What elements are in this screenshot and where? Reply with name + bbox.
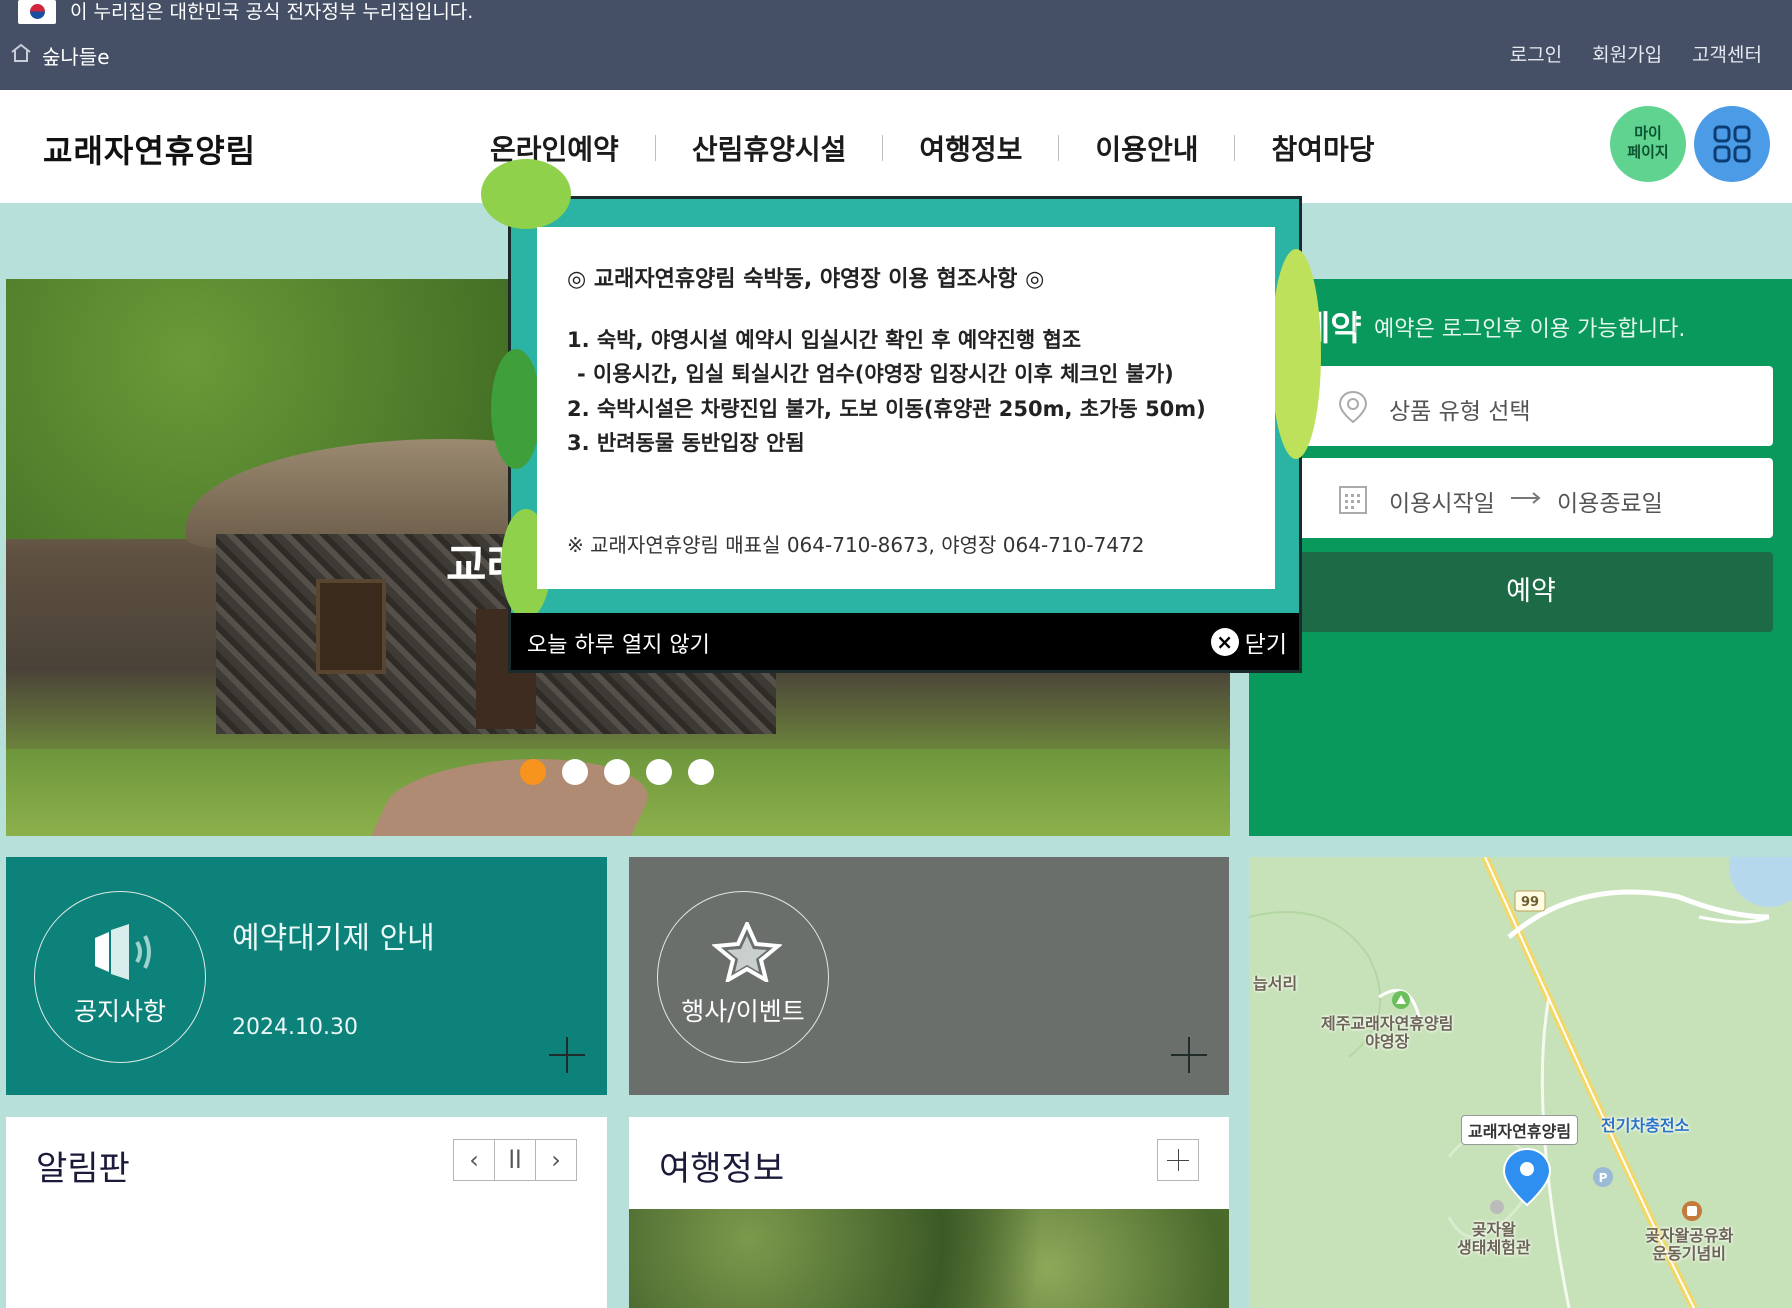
popup-contact: ※ 교래자연휴양림 매표실 064-710-8673, 야영장 064-710-… (567, 533, 1145, 557)
slider-dot-5[interactable] (688, 759, 714, 785)
close-icon: × (1210, 628, 1239, 656)
popup-close-label: 닫기 (1244, 632, 1287, 658)
board-prev-button[interactable]: ‹ (453, 1139, 495, 1181)
popup-footer: 오늘 하루 열지 않기 × 닫기 (511, 613, 1299, 670)
board-controls: ‹ ll › (453, 1139, 577, 1181)
popup-decor (491, 349, 541, 469)
location-pin-icon (1338, 390, 1368, 424)
nav-divider (882, 135, 884, 161)
map-label-campsite: 제주교래자연휴양림 야영장 (1321, 1015, 1453, 1051)
map-label-charger: 전기차충전소 (1601, 1116, 1690, 1135)
slider-dot-1[interactable] (520, 759, 546, 785)
main-nav: 온라인예약 산림휴양시설 여행정보 이용안내 참여마당 (490, 128, 1375, 168)
notice-date: 2024.10.30 (232, 1015, 358, 1040)
board-next-button[interactable]: › (535, 1139, 577, 1181)
login-link[interactable]: 로그인 (1510, 40, 1562, 67)
event-circle: 행사/이벤트 (657, 891, 829, 1063)
slider-dot-3[interactable] (604, 759, 630, 785)
nav-usage-guide[interactable]: 이용안내 (1095, 128, 1198, 168)
start-date: 이용시작일 (1389, 491, 1495, 517)
map-label-memorial: 곶자왈공유화 운동기념비 (1645, 1227, 1733, 1263)
signup-link[interactable]: 회원가입 (1592, 40, 1662, 67)
popup-decor (1271, 249, 1321, 459)
megaphone-icon (95, 924, 151, 980)
event-more-icon[interactable] (1171, 1037, 1207, 1073)
all-menu-button[interactable] (1694, 106, 1770, 182)
gov-banner: 이 누리집은 대한민국 공식 전자정부 누리집입니다. 숲나들e 로그인 회원가… (0, 0, 1792, 90)
popup-decor (481, 159, 571, 229)
slider-dot-2[interactable] (562, 759, 588, 785)
popup-line-1: 1. 숙박, 야영시설 예약시 입실시간 확인 후 예약진행 협조 (567, 328, 1082, 352)
nav-divider (654, 135, 656, 161)
slider-dots (520, 759, 714, 785)
reservation-panel: 예약 예약은 로그인후 이용 가능합니다. 상품 유형 선택 이용시작일 이용종… (1249, 279, 1792, 836)
svg-text:P: P (1599, 1171, 1608, 1185)
nav-divider (1234, 135, 1236, 161)
nav-travel-info[interactable]: 여행정보 (919, 128, 1022, 168)
map-poi-label[interactable]: 교래자연휴양림 (1461, 1115, 1579, 1145)
end-date: 이용종료일 (1557, 491, 1663, 517)
map-label-eco-2: 생태체험관 (1457, 1238, 1531, 1257)
popup-line-1-sub: - 이용시간, 입실 퇴실시간 엄수(야영장 입장시간 이후 체크인 불가) (577, 362, 1174, 386)
notice-circle: 공지사항 (34, 891, 206, 1063)
notice-tile[interactable]: 공지사항 예약대기제 안내 2024.10.30 (6, 857, 607, 1095)
site-header: 교래자연휴양림 온라인예약 산림휴양시설 여행정보 이용안내 참여마당 마이 페… (0, 90, 1792, 203)
bulletin-board: 알림판 ‹ ll › (6, 1117, 607, 1308)
site-logo[interactable]: 교래자연휴양림 (43, 126, 256, 172)
notice-label: 공지사항 (73, 997, 166, 1026)
customer-center-link[interactable]: 고객센터 (1692, 40, 1762, 67)
map-label-eco-1: 곶자왈 (1471, 1220, 1516, 1239)
map-label-campsite-1: 제주교래자연휴양림 (1321, 1014, 1454, 1033)
popup-title: ◎ 교래자연휴양림 숙박동, 야영장 이용 협조사항 ◎ (567, 267, 1045, 292)
travel-title: 여행정보 (659, 1149, 785, 1189)
reservation-divider (1355, 315, 1356, 333)
nav-community[interactable]: 참여마당 (1271, 128, 1374, 168)
product-type-placeholder: 상품 유형 선택 (1389, 399, 1531, 425)
popup-line-3: 3. 반려동물 동반입장 안됨 (567, 431, 805, 455)
star-icon (712, 922, 782, 982)
home-icon[interactable] (10, 43, 32, 63)
nav-forest-facilities[interactable]: 산림휴양시설 (692, 128, 847, 168)
hero-image-window (316, 579, 386, 674)
popup-close-button[interactable]: × 닫기 (1210, 625, 1287, 659)
travel-info-box: 여행정보 (629, 1117, 1229, 1308)
mypage-label-1: 마이 (1634, 124, 1662, 142)
event-tile[interactable]: 행사/이벤트 (629, 857, 1229, 1095)
map-label-memorial-1: 곶자왈공유화 (1645, 1226, 1734, 1245)
reserve-button[interactable]: 예약 (1289, 552, 1773, 632)
utility-links: 로그인 회원가입 고객센터 (1510, 40, 1762, 67)
location-map[interactable]: 99 P 늡서리 제주교래자연휴양림 야영장 교래자연휴양림 전기차충전소 곶자… (1249, 857, 1792, 1308)
notice-more-icon[interactable] (549, 1037, 585, 1073)
map-label-campsite-2: 야영장 (1365, 1032, 1410, 1051)
reservation-note: 예약은 로그인후 이용 가능합니다. (1374, 317, 1686, 342)
event-label: 행사/이벤트 (681, 997, 805, 1026)
slider-dot-4[interactable] (646, 759, 672, 785)
popup-line-2: 2. 숙박시설은 차량진입 불가, 도보 이동(휴양관 250m, 초가동 50… (567, 397, 1206, 421)
notice-popup: ◎ 교래자연휴양림 숙박동, 야영장 이용 협조사항 ◎ 1. 숙박, 야영시설… (481, 159, 1321, 673)
map-label-eco-center: 곶자왈 생태체험관 (1457, 1221, 1531, 1257)
site-link[interactable]: 숲나들e (42, 41, 110, 70)
board-title: 알림판 (36, 1149, 130, 1189)
travel-photo[interactable] (629, 1209, 1229, 1308)
arrow-right-icon (1511, 492, 1541, 504)
nav-divider (1058, 135, 1060, 161)
map-label-area: 늡서리 (1253, 974, 1298, 993)
map-label-memorial-2: 운동기념비 (1652, 1244, 1726, 1263)
korea-flag-icon (18, 0, 56, 24)
product-type-select[interactable]: 상품 유형 선택 (1289, 366, 1773, 446)
mypage-label-2: 페이지 (1627, 143, 1669, 161)
dont-show-today-link[interactable]: 오늘 하루 열지 않기 (527, 627, 710, 659)
board-pause-button[interactable]: ll (494, 1139, 536, 1181)
grid-icon (1713, 125, 1751, 163)
date-range-picker[interactable]: 이용시작일 이용종료일 (1289, 458, 1773, 538)
calendar-icon (1339, 486, 1367, 514)
travel-more-button[interactable] (1157, 1139, 1199, 1181)
mypage-button[interactable]: 마이 페이지 (1610, 106, 1686, 182)
gov-banner-text: 이 누리집은 대한민국 공식 전자정부 누리집입니다. (70, 1, 474, 23)
road-number: 99 (1521, 895, 1539, 910)
notice-title[interactable]: 예약대기제 안내 (232, 913, 435, 957)
popup-content: ◎ 교래자연휴양림 숙박동, 야영장 이용 협조사항 ◎ 1. 숙박, 야영시설… (537, 227, 1275, 589)
